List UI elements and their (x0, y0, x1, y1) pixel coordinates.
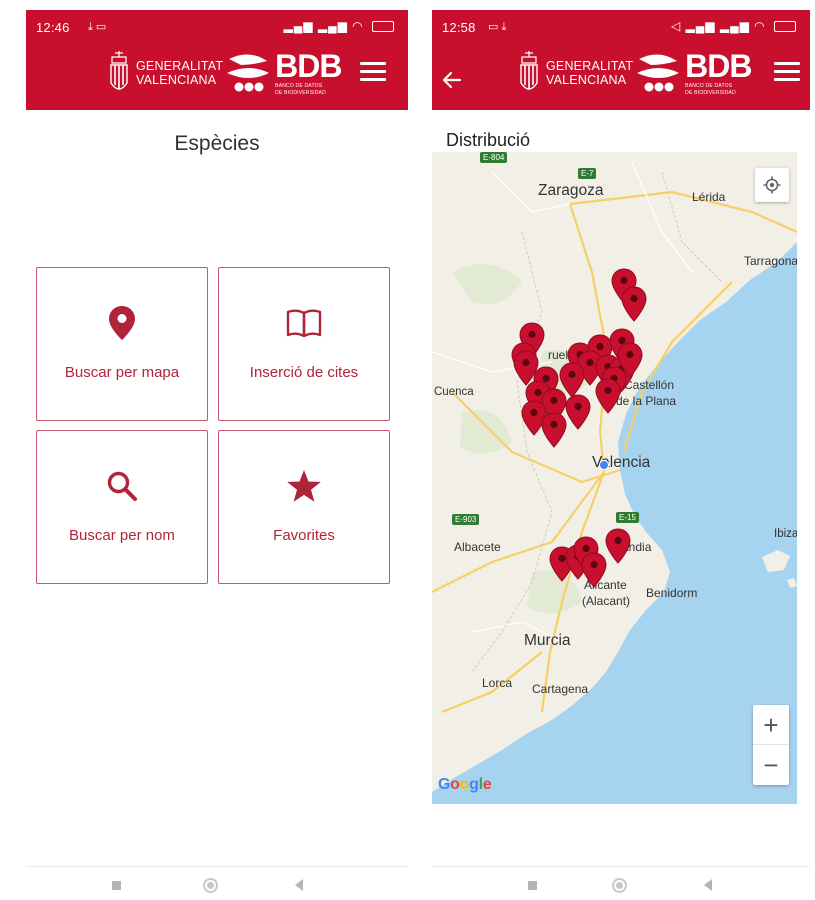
distribution-map[interactable]: E-804 E-7 E-903 E-15 Zaragoza Lérida Tar… (432, 152, 797, 804)
battery-icon (774, 21, 796, 33)
download-icon: ▭ ⤓ (488, 21, 507, 33)
system-nav-bar (432, 866, 810, 900)
insert-records-button[interactable]: Inserció de cites (218, 267, 390, 421)
bdb-subtitle-2: DE BIODIVERSIDAD (685, 90, 736, 96)
map-marker-icon[interactable] (617, 342, 643, 378)
recent-apps-button[interactable] (112, 881, 121, 890)
back-nav-button[interactable] (295, 879, 303, 891)
city-label: Cartagena (532, 682, 589, 696)
gv-line-2: VALENCIANA (546, 73, 627, 87)
hamburger-menu-icon[interactable] (774, 62, 800, 82)
map-base (432, 152, 797, 804)
city-label: Murcia (524, 632, 571, 649)
signal-icon: ▂▄▆ (317, 19, 348, 33)
wifi-icon: ◠ (754, 19, 766, 33)
city-label: Cuenca (434, 386, 474, 398)
map-marker-icon[interactable] (595, 378, 621, 414)
bdb-text: BDB (685, 48, 752, 84)
back-arrow-icon[interactable] (440, 68, 464, 92)
signal-icon: ▂▄▆ (719, 19, 750, 33)
bdb-text: BDB (275, 48, 342, 84)
hamburger-menu-icon[interactable] (360, 62, 386, 82)
city-label: Zaragoza (538, 182, 604, 199)
bdb-brand: BDB BANCO DE DATOS DE BIODIVERSIDAD (685, 48, 752, 96)
card-label: Buscar per nom (69, 527, 175, 544)
map-marker-icon[interactable] (605, 528, 631, 564)
zoom-controls: + − (753, 705, 789, 785)
search-by-map-button[interactable]: Buscar per mapa (36, 267, 208, 421)
search-icon (37, 467, 207, 505)
status-bar: 12:58 ▭ ⤓ ◁ ▂▄▆ ▂▄▆ ◠ (432, 10, 810, 42)
status-time: 12:58 (442, 20, 476, 35)
crosshair-icon (763, 176, 781, 194)
status-icons: ◁ ▂▄▆ ▂▄▆ ◠ (671, 19, 796, 33)
generalitat-text: GENERALITAT VALENCIANA (546, 59, 633, 87)
road-badge: E-804 (480, 152, 508, 163)
favorites-button[interactable]: Favorites (218, 430, 390, 584)
city-label: Benidorm (646, 586, 698, 600)
zoom-in-button[interactable]: + (753, 705, 789, 745)
bdb-brand: BDB BANCO DE DATOS DE BIODIVERSIDAD (275, 48, 342, 96)
app-bar: 12:46 ⤓ ▭ ▂▄▆ ▂▄▆ ◠ GENERALITAT VALENCIA… (26, 10, 408, 110)
fish-logo-icon (637, 54, 680, 92)
map-marker-icon[interactable] (565, 394, 591, 430)
map-marker-icon[interactable] (621, 286, 647, 322)
gv-line-2: VALENCIANA (136, 73, 217, 87)
battery-icon (372, 21, 394, 33)
my-location-button[interactable] (755, 168, 789, 202)
app-bar: 12:58 ▭ ⤓ ◁ ▂▄▆ ▂▄▆ ◠ GENERALITAT VALENC… (432, 10, 810, 110)
bdb-subtitle-2: DE BIODIVERSIDAD (275, 90, 326, 96)
app-logo: GENERALITAT VALENCIANA BDB BANCO DE DATO… (518, 48, 753, 98)
location-arrow-icon: ◁ (670, 19, 682, 33)
search-by-name-button[interactable]: Buscar per nom (36, 430, 208, 584)
home-button[interactable] (612, 878, 627, 893)
card-label: Inserció de cites (249, 364, 359, 381)
road-badge: E-7 (578, 168, 597, 179)
home-button[interactable] (203, 878, 218, 893)
section-title: Distribució (446, 130, 531, 150)
recent-apps-button[interactable] (528, 881, 537, 890)
signal-icon: ▂▄▆ (685, 19, 716, 33)
status-icons: ▂▄▆ ▂▄▆ ◠ (284, 19, 394, 33)
star-icon (219, 467, 389, 505)
species-screen: 12:46 ⤓ ▭ ▂▄▆ ▂▄▆ ◠ GENERALITAT VALENCIA… (26, 10, 408, 900)
bdb-subtitle-1: BANCO DE DATOS (275, 83, 323, 89)
download-icon: ⤓ ▭ (88, 21, 107, 33)
city-label: ruel (548, 348, 569, 362)
fish-logo-icon (227, 54, 270, 92)
road-badge: E-15 (616, 512, 639, 523)
generalitat-text: GENERALITAT VALENCIANA (136, 59, 223, 87)
book-open-icon (219, 304, 389, 342)
gv-line-1: GENERALITAT (136, 59, 224, 73)
city-label: (Alacant) (582, 594, 631, 608)
page-title: Espècies (174, 132, 260, 155)
city-label: Albacete (454, 540, 501, 554)
distribution-screen: 12:58 ▭ ⤓ ◁ ▂▄▆ ▂▄▆ ◠ GENERALITAT VALENC… (432, 10, 810, 900)
map-pin-icon (37, 304, 207, 342)
map-marker-icon[interactable] (581, 552, 607, 588)
bdb-subtitle-1: BANCO DE DATOS (685, 83, 733, 89)
city-label: Lorca (482, 676, 513, 690)
status-bar: 12:46 ⤓ ▭ ▂▄▆ ▂▄▆ ◠ (26, 10, 408, 42)
card-label: Buscar per mapa (64, 364, 180, 381)
coat-of-arms-icon (110, 51, 128, 90)
system-nav-bar (26, 866, 408, 900)
city-label: Tarragona (744, 254, 797, 268)
coat-of-arms-icon (520, 51, 538, 90)
app-logo: GENERALITAT VALENCIANA BDB BANCO DE DATO… (108, 48, 343, 98)
google-attribution-logo: Google (438, 776, 492, 793)
back-nav-button[interactable] (704, 879, 712, 891)
card-label: Favorites (273, 527, 335, 544)
zoom-out-button[interactable]: − (753, 745, 789, 785)
wifi-icon: ◠ (352, 19, 364, 33)
city-label: Ibiza (774, 528, 797, 540)
gv-line-1: GENERALITAT (546, 59, 634, 73)
status-time: 12:46 (36, 20, 70, 35)
signal-icon: ▂▄▆ (283, 19, 314, 33)
city-label: Lérida (692, 190, 726, 204)
map-marker-icon[interactable] (541, 412, 567, 448)
current-location-dot (599, 460, 609, 470)
road-badge: E-903 (452, 514, 480, 525)
